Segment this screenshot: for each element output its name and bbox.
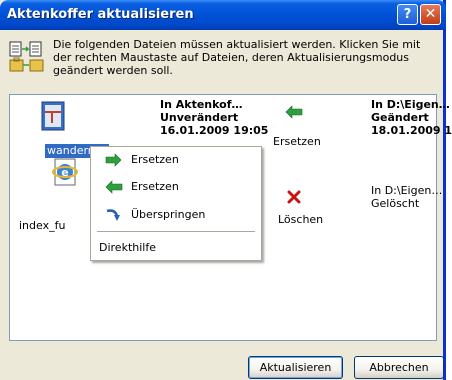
- right-status: Gelöscht: [371, 197, 420, 210]
- skip-arrow-icon: [106, 209, 120, 221]
- left-status: Unverändert: [160, 111, 239, 124]
- update-button[interactable]: Aktualisieren: [248, 356, 343, 379]
- info-text: Die folgenden Dateien müssen aktualisier…: [53, 38, 421, 77]
- document-icon: [41, 101, 65, 131]
- close-button[interactable]: ✕: [420, 4, 441, 25]
- right-status: Geändert: [371, 111, 429, 124]
- menu-item-label: Ersetzen: [131, 153, 179, 166]
- menu-item-skip[interactable]: Überspringen: [91, 204, 259, 226]
- file-name[interactable]: index_fu: [19, 219, 65, 232]
- update-briefcase-dialog: Aktenkoffer aktualisieren ? ✕ Die folgen…: [0, 0, 452, 380]
- arrow-left-green-icon[interactable]: [284, 105, 304, 119]
- left-location: In Aktenkof…: [160, 98, 243, 111]
- internet-explorer-icon: e: [52, 158, 78, 186]
- right-location: In D:\Eigen…: [371, 184, 443, 197]
- briefcase-sync-icon: [9, 41, 44, 72]
- arrow-left-green-icon: [105, 180, 123, 194]
- menu-item-replace-left[interactable]: Ersetzen: [91, 176, 259, 198]
- arrow-right-green-icon: [105, 153, 122, 167]
- right-date: 18.01.2009 13: [371, 124, 452, 137]
- cancel-button[interactable]: Abbrechen: [354, 356, 444, 379]
- action-label: Löschen: [278, 213, 324, 226]
- svg-text:e: e: [61, 166, 68, 179]
- help-icon: ?: [403, 7, 412, 22]
- close-icon: ✕: [424, 6, 437, 22]
- menu-item-help[interactable]: Direkthilfe: [99, 241, 156, 254]
- title-bar[interactable]: Aktenkoffer aktualisieren ? ✕: [0, 0, 446, 30]
- menu-item-replace-right[interactable]: Ersetzen: [91, 149, 259, 171]
- right-location: In D:\Eigen…: [371, 98, 450, 111]
- left-date: 16.01.2009 19:05: [160, 124, 269, 137]
- action-label: Ersetzen: [273, 135, 321, 148]
- context-menu: Ersetzen Ersetzen Überspringen Direkthil…: [90, 146, 262, 261]
- menu-item-label: Überspringen: [131, 208, 206, 221]
- menu-separator: [97, 231, 255, 232]
- window-title: Aktenkoffer aktualisieren: [7, 7, 194, 22]
- menu-item-label: Ersetzen: [131, 180, 179, 193]
- help-button[interactable]: ?: [397, 4, 418, 25]
- delete-x-red-icon[interactable]: [287, 190, 301, 204]
